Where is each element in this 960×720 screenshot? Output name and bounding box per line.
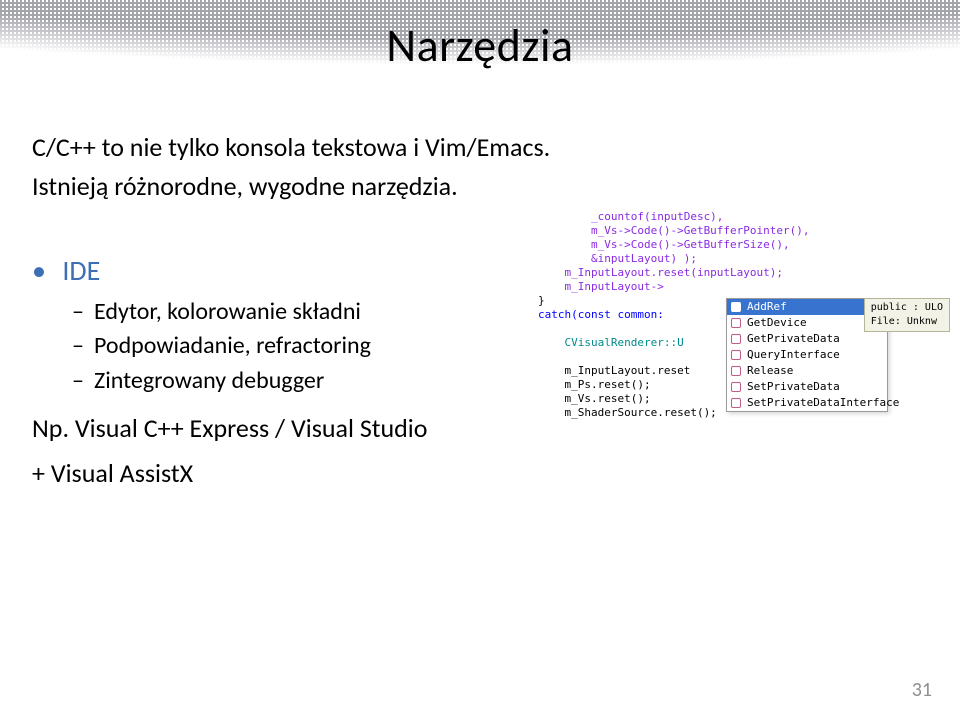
method-icon: [731, 302, 741, 312]
method-icon: [731, 382, 741, 392]
popup-item-setprivatedata[interactable]: SetPrivateData: [727, 379, 887, 395]
intellisense-tooltip: public : ULO File: Unknw: [864, 298, 950, 332]
tooltip-line-2: File: Unknw: [871, 315, 943, 329]
method-icon: [731, 398, 741, 408]
method-icon: [731, 350, 741, 360]
bullet-ide-label: IDE: [62, 253, 100, 288]
page-number: 31: [912, 678, 932, 702]
popup-item-release[interactable]: Release: [727, 363, 887, 379]
code-countof: _countof(inputDesc), m_Vs->Code()->GetBu…: [538, 210, 810, 293]
slide-title: Narzędzia: [0, 0, 960, 74]
intro-line-1: C/C++ to nie tylko konsola tekstowa i Vi…: [32, 130, 936, 165]
popup-item-queryinterface[interactable]: QueryInterface: [727, 347, 887, 363]
ide-screenshot: _countof(inputDesc), m_Vs->Code()->GetBu…: [538, 210, 950, 460]
method-icon: [731, 366, 741, 376]
after-line-2: + Visual AssistX: [32, 456, 936, 491]
method-icon: [731, 318, 741, 328]
method-icon: [731, 334, 741, 344]
popup-item-getprivatedata[interactable]: GetPrivateData: [727, 331, 887, 347]
popup-item-setprivatedatainterface[interactable]: SetPrivateDataInterface: [727, 395, 887, 411]
tooltip-line-1: public : ULO: [871, 301, 943, 315]
intro-line-2: Istnieją różnorodne, wygodne narzędzia.: [32, 169, 936, 204]
code-top: _countof(inputDesc), m_Vs->Code()->GetBu…: [538, 210, 950, 294]
